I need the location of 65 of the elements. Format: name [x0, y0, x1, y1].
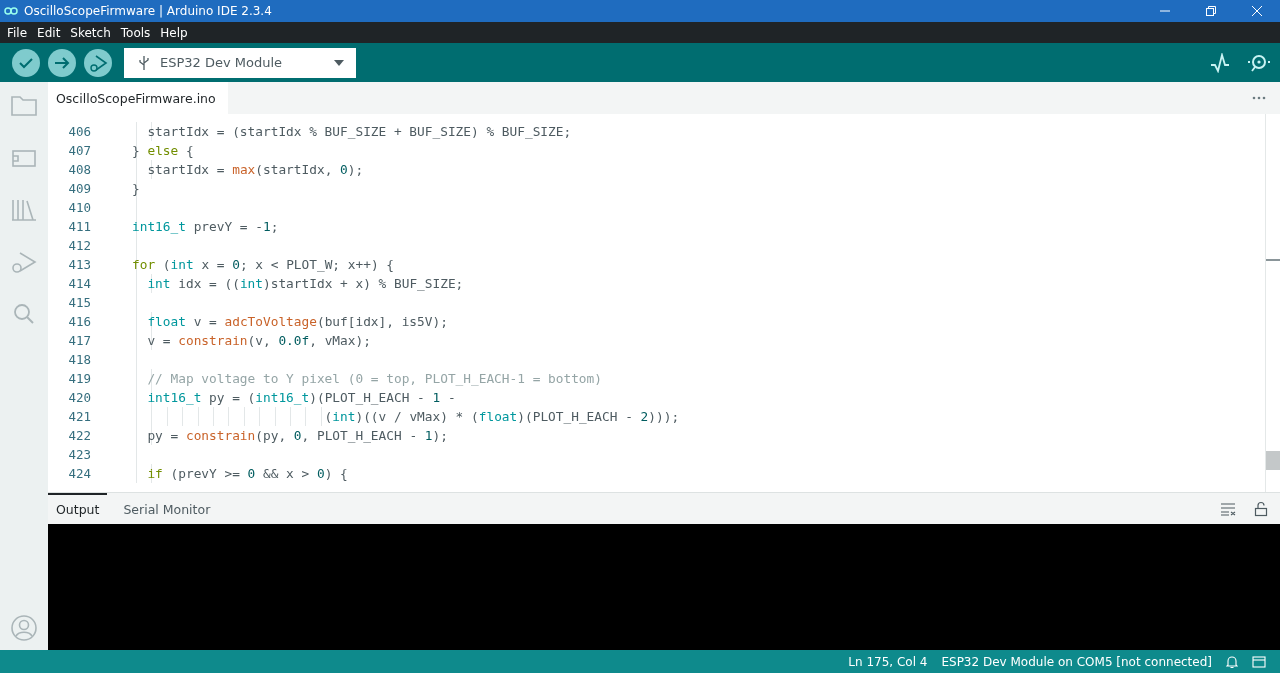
caret-icon: [334, 59, 344, 66]
clear-output-icon[interactable]: [1220, 501, 1236, 516]
line-number: 417: [67, 333, 91, 348]
menu-item[interactable]: Sketch: [65, 25, 116, 40]
account-icon[interactable]: [10, 614, 38, 642]
serial-plotter-icon[interactable]: [1210, 52, 1230, 73]
app-logo-icon: [4, 6, 18, 16]
more-icon[interactable]: [1252, 96, 1266, 100]
menu-item[interactable]: File: [2, 25, 33, 40]
library-icon[interactable]: [10, 198, 38, 222]
line-number: 421: [67, 409, 91, 424]
line-number: 414: [67, 276, 91, 291]
scrollbar[interactable]: [1265, 114, 1280, 492]
code-line: }: [132, 181, 140, 196]
menu-item[interactable]: Help: [155, 25, 193, 40]
menu-item[interactable]: Edit: [32, 25, 66, 40]
line-number: 424: [67, 466, 91, 481]
upload-button[interactable]: [48, 48, 76, 77]
line-number: 409: [67, 181, 91, 196]
debug-icon[interactable]: [10, 250, 38, 274]
code-line: py = constrain(py, 0, PLOT_H_EACH - 1);: [146, 428, 448, 443]
code-line: // Map voltage to Y pixel (0 = top, PLOT_H_EACH-1 = bottom): [146, 371, 602, 386]
line-number: 408: [67, 162, 91, 177]
code-line: int16_t prevY = -1;: [132, 219, 279, 234]
line-number: 418: [67, 352, 91, 367]
line-number: 413: [67, 257, 91, 272]
line-number: 419: [67, 371, 91, 386]
serial-monitor-icon[interactable]: [1246, 52, 1272, 73]
line-number: 423: [67, 447, 91, 462]
board-status: ESP32 Dev Module on COM5 [not connected]: [941, 654, 1212, 669]
code-line: } else {: [132, 143, 194, 158]
menu-item[interactable]: Tools: [115, 25, 156, 40]
code-line: if (prevY >= 0 && x > 0) {: [146, 466, 348, 481]
usb-icon: [138, 54, 150, 71]
verify-button[interactable]: [12, 48, 40, 77]
line-number: 420: [67, 390, 91, 405]
line-number: 406: [67, 124, 91, 139]
bell-icon[interactable]: [1226, 654, 1238, 669]
line-number: 416: [67, 314, 91, 329]
code-line: int idx = ((int)startIdx + x) % BUF_SIZE;: [146, 276, 464, 291]
debug-button[interactable]: [84, 48, 112, 77]
line-number: 422: [67, 428, 91, 443]
code-line: startIdx = max(startIdx, 0);: [146, 162, 364, 177]
code-line: float v = adcToVoltage(buf[idx], is5V);: [146, 314, 448, 329]
line-number: 415: [67, 295, 91, 310]
line-number: 411: [67, 219, 91, 234]
code-line: v = constrain(v, 0.0f, vMax);: [146, 333, 371, 348]
panel-tab[interactable]: Serial Monitor: [115, 493, 219, 524]
file-tab[interactable]: OscilloScopeFirmware.ino: [48, 82, 228, 114]
unlock-icon[interactable]: [1254, 500, 1268, 517]
board-selector[interactable]: ESP32 Dev Module: [124, 47, 356, 78]
cursor-position: Ln 175, Col 4: [848, 654, 928, 669]
debug-icon: [88, 52, 108, 73]
code-line: int16_t py = (int16_t)(PLOT_H_EACH - 1 -: [146, 390, 456, 405]
code-line: for (int x = 0; x < PLOT_W; x++) {: [132, 257, 394, 272]
board-name: ESP32 Dev Module: [160, 55, 284, 70]
close-icon[interactable]: [1251, 5, 1263, 17]
code-line: startIdx = (startIdx % BUF_SIZE + BUF_SIZE) % BUF_SIZE;: [146, 124, 572, 139]
restore-icon[interactable]: [1205, 5, 1217, 17]
layout-icon[interactable]: [1252, 655, 1266, 668]
line-number: 407: [67, 143, 91, 158]
code-line: (int)((v / vMax) * (float)(PLOT_H_EACH - 2)));: [323, 409, 680, 424]
line-number: 410: [67, 200, 91, 215]
window-title: OscilloScopeFirmware | Arduino IDE 2.3.4: [24, 4, 272, 18]
line-number: 412: [67, 238, 91, 253]
